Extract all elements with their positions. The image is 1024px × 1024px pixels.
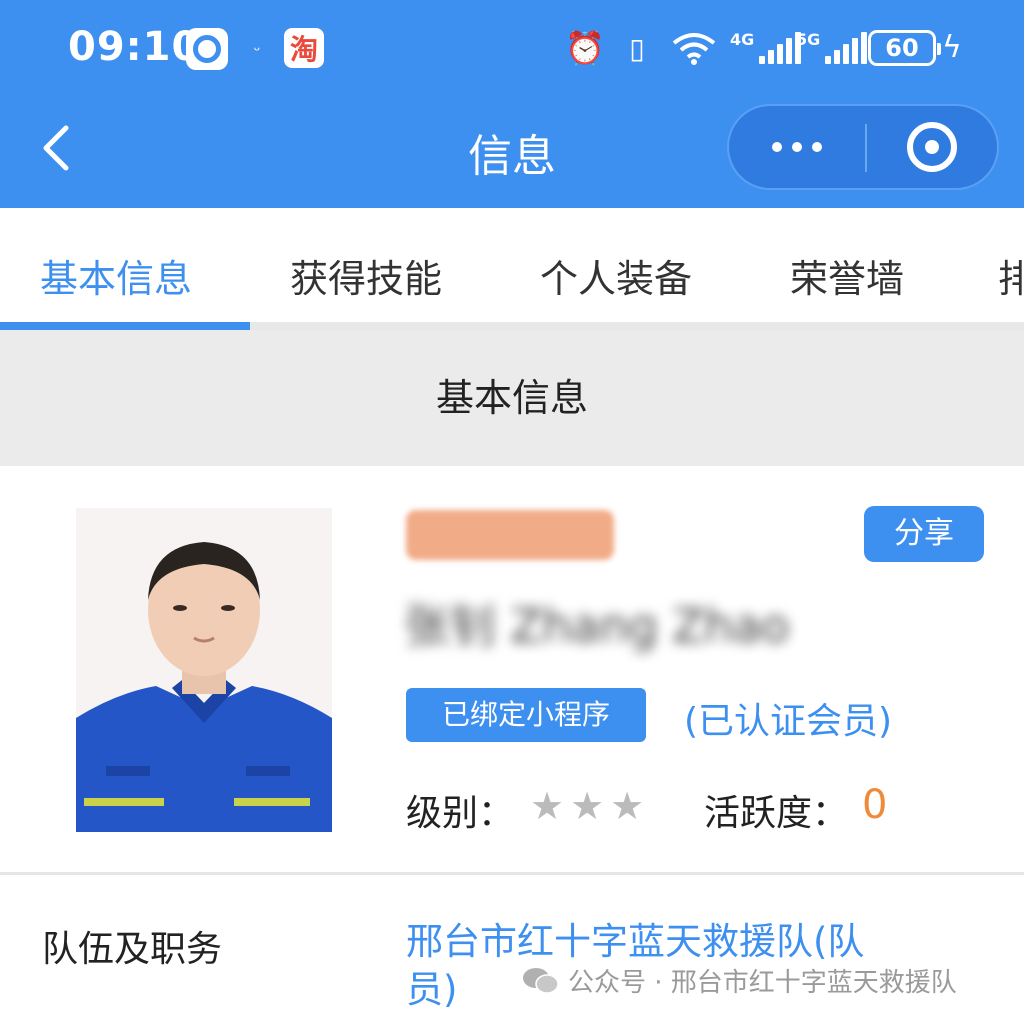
level-stars-icon: ★★★ (530, 784, 651, 828)
more-dots-icon (772, 142, 782, 152)
tab-honor-wall[interactable]: 荣誉墙 (790, 248, 904, 303)
profile-photo (76, 508, 332, 832)
miniprogram-capsule (727, 104, 999, 190)
wechat-watermark: 公众号 · 邢台市红十字蓝天救援队 (522, 962, 957, 999)
signal-icon: 4G (730, 30, 802, 64)
top-bar: 09:10 ᵕ 淘 ⏰ ▯ 4G 5G 60 ϟ 信息 (0, 0, 1024, 208)
title-badge (406, 510, 614, 560)
level-label: 级别： (406, 793, 515, 834)
activity-value: 0 (862, 782, 888, 828)
bound-miniprogram-badge: 已绑定小程序 (406, 688, 646, 742)
wechat-icon (523, 967, 559, 994)
tab-more[interactable]: 排 (998, 248, 1024, 303)
member-name: 张钊 Zhang Zhao (404, 599, 790, 653)
status-bar: 09:10 ᵕ 淘 ⏰ ▯ 4G 5G 60 ϟ (0, 0, 1024, 100)
taobao-icon: 淘 (284, 28, 324, 68)
tab-skills[interactable]: 获得技能 (290, 248, 442, 303)
tab-equipment[interactable]: 个人装备 (540, 248, 692, 303)
vibrate-icon: ▯ (629, 31, 645, 65)
wifi-icon (668, 30, 720, 66)
tab-bar: 基本信息 获得技能 个人装备 荣誉墙 排 (0, 208, 1024, 330)
share-button[interactable]: 分享 (864, 506, 984, 562)
more-button[interactable] (729, 106, 865, 188)
watermark-text: 公众号 · 邢台市红十字蓝天救援队 (568, 968, 957, 998)
record-icon (186, 28, 228, 70)
close-button[interactable] (865, 106, 999, 188)
honor-icon: ᵕ (253, 40, 261, 60)
battery-icon: 60 (868, 30, 941, 66)
close-circle-icon (907, 122, 957, 172)
member-status: (已认证会员) (684, 701, 893, 742)
status-time: 09:10 (68, 24, 201, 70)
section-title: 基本信息 (0, 330, 1024, 466)
divider (0, 872, 1024, 875)
tab-active-indicator (0, 322, 250, 330)
tab-basic-info[interactable]: 基本信息 (40, 248, 192, 303)
alarm-icon: ⏰ (565, 29, 605, 67)
activity-label: 活跃度： (704, 793, 849, 834)
charging-icon: ϟ (942, 30, 962, 65)
team-label: 队伍及职务 (42, 929, 223, 970)
signal-icon: 5G (796, 30, 868, 64)
signal-type-label: 5G (796, 30, 821, 49)
signal-type-label: 4G (730, 30, 755, 49)
